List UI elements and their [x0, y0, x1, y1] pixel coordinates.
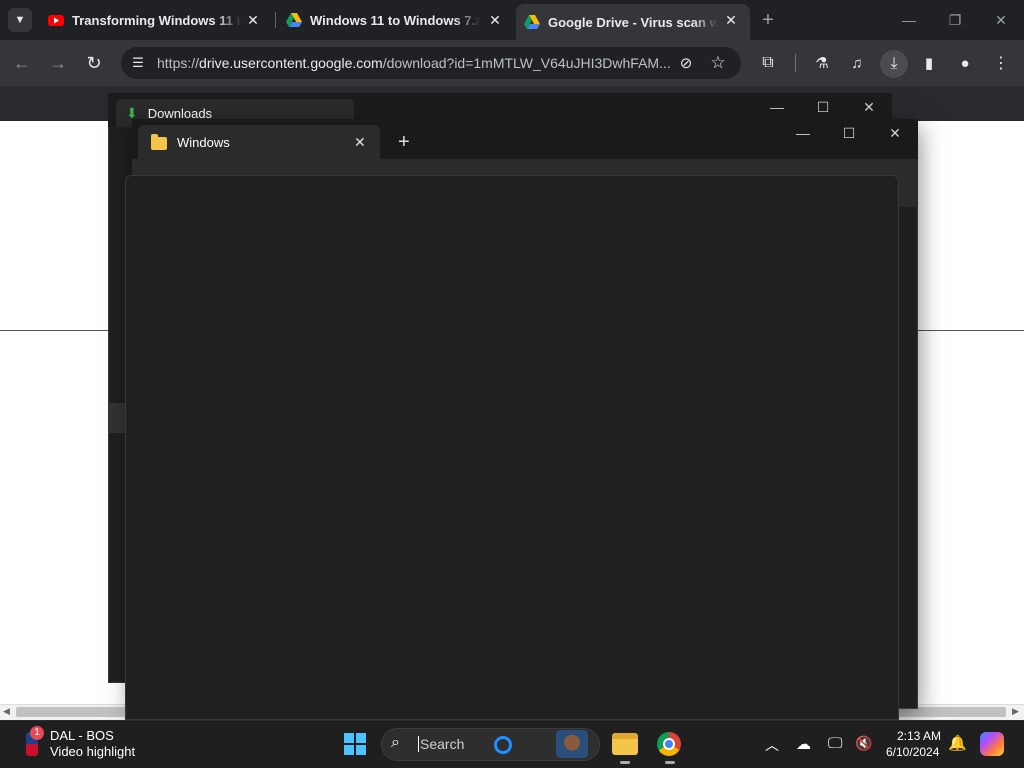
explorer-tab-windows[interactable] [138, 125, 380, 159]
minimize-button[interactable]: — [780, 118, 826, 148]
close-tab-icon[interactable]: ✕ [244, 11, 262, 29]
tab-title: Windows 11 to Windows 7.zip [310, 12, 480, 28]
google-drive-icon [286, 13, 302, 27]
browser-tab-youtube[interactable]: Transforming Windows 11 into ✕ [40, 0, 272, 40]
widget-badge: 1 [30, 726, 44, 740]
tab-title: Transforming Windows 11 into [72, 12, 242, 28]
back-arrow-icon[interactable]: ← [10, 51, 34, 75]
folder-icon [151, 134, 167, 150]
eye-slash-icon[interactable]: ⊘ [674, 51, 698, 75]
site-info-icon[interactable]: ☰ [126, 51, 150, 75]
close-tab-icon[interactable]: ✕ [486, 11, 504, 29]
sidebar-selected-item[interactable] [108, 403, 126, 433]
taskbar-running-indicator [620, 761, 630, 764]
url-host: drive.usercontent.google.com [199, 55, 383, 71]
cortana-ring-icon [494, 736, 512, 754]
close-tab-icon[interactable]: ✕ [722, 11, 740, 29]
search-input[interactable]: Search [418, 736, 464, 752]
sports-widget[interactable]: 1 DAL - BOS Video highlight [22, 726, 152, 764]
minimize-button[interactable]: — [886, 5, 932, 35]
blank-overlay-window[interactable] [125, 175, 899, 720]
bookmark-star-icon[interactable]: ☆ [706, 51, 730, 75]
labs-flask-icon[interactable]: ⚗ [810, 51, 834, 75]
url-scheme: https:// [157, 55, 200, 71]
close-window-button[interactable]: ✕ [978, 5, 1024, 35]
url-text: https://drive.usercontent.google.com/dow… [157, 55, 671, 71]
maximize-button[interactable]: ☐ [826, 118, 872, 148]
reload-icon[interactable]: ↻ [82, 51, 106, 75]
widget-title: DAL - BOS [50, 728, 114, 743]
forward-arrow-icon[interactable]: → [46, 51, 70, 75]
widget-subtitle: Video highlight [50, 744, 136, 759]
side-panel-icon[interactable]: ▮ [917, 51, 941, 75]
onedrive-offline-icon[interactable]: ☁ [796, 735, 811, 753]
new-tab-button[interactable]: + [398, 131, 410, 154]
clock-date[interactable]: 6/10/2024 [886, 745, 939, 759]
download-icon[interactable]: ⤓ [880, 50, 908, 78]
toolbar-divider [795, 54, 796, 72]
search-highlight-image-icon [556, 730, 588, 758]
tab-search-chevron-icon[interactable]: ▼ [8, 8, 32, 32]
search-icon: ⌕ [391, 734, 400, 751]
tab-separator [275, 12, 276, 28]
start-windows-icon[interactable] [344, 733, 366, 755]
show-hidden-icons-chevron-icon[interactable]: ︿ [765, 735, 779, 755]
file-explorer-taskbar-icon[interactable] [612, 733, 638, 755]
new-tab-button[interactable]: + [756, 8, 780, 32]
youtube-icon [48, 15, 64, 26]
extensions-puzzle-icon[interactable]: ⧉ [756, 51, 780, 75]
network-display-icon[interactable]: 🖵 [828, 735, 842, 752]
notification-bell-icon[interactable]: 🔔 [948, 734, 967, 752]
profile-avatar-icon[interactable]: ● [953, 51, 977, 75]
clock-time[interactable]: 2:13 AM [897, 729, 941, 743]
copilot-icon[interactable] [980, 732, 1004, 756]
volume-muted-icon[interactable]: 🔇 [855, 735, 872, 752]
chrome-taskbar-icon[interactable] [657, 732, 681, 756]
google-drive-icon [524, 15, 540, 29]
explorer-tab-label: Windows [177, 135, 230, 150]
media-controls-icon[interactable]: ♫ [845, 51, 869, 75]
close-tab-icon[interactable]: ✕ [354, 134, 366, 151]
tab-title: Google Drive - Virus scan warn [548, 14, 718, 30]
close-window-button[interactable]: ✕ [872, 118, 918, 148]
restore-button[interactable]: ❐ [932, 5, 978, 35]
taskbar-running-indicator [665, 761, 675, 764]
scroll-right-arrow-icon[interactable]: ▶ [1012, 706, 1019, 717]
url-path: /download?id=1mMTLW_V64uJHI3DwhFAM... [382, 55, 671, 71]
scroll-left-arrow-icon[interactable]: ◀ [3, 706, 10, 717]
browser-tab-drive-warning[interactable]: Google Drive - Virus scan warn ✕ [516, 4, 750, 40]
browser-tab-strip: ▼ Transforming Windows 11 into ✕ Windows… [0, 0, 1024, 40]
browser-tab-zip[interactable]: Windows 11 to Windows 7.zip ✕ [278, 0, 514, 40]
menu-kebab-icon[interactable]: ⋮ [989, 51, 1013, 75]
